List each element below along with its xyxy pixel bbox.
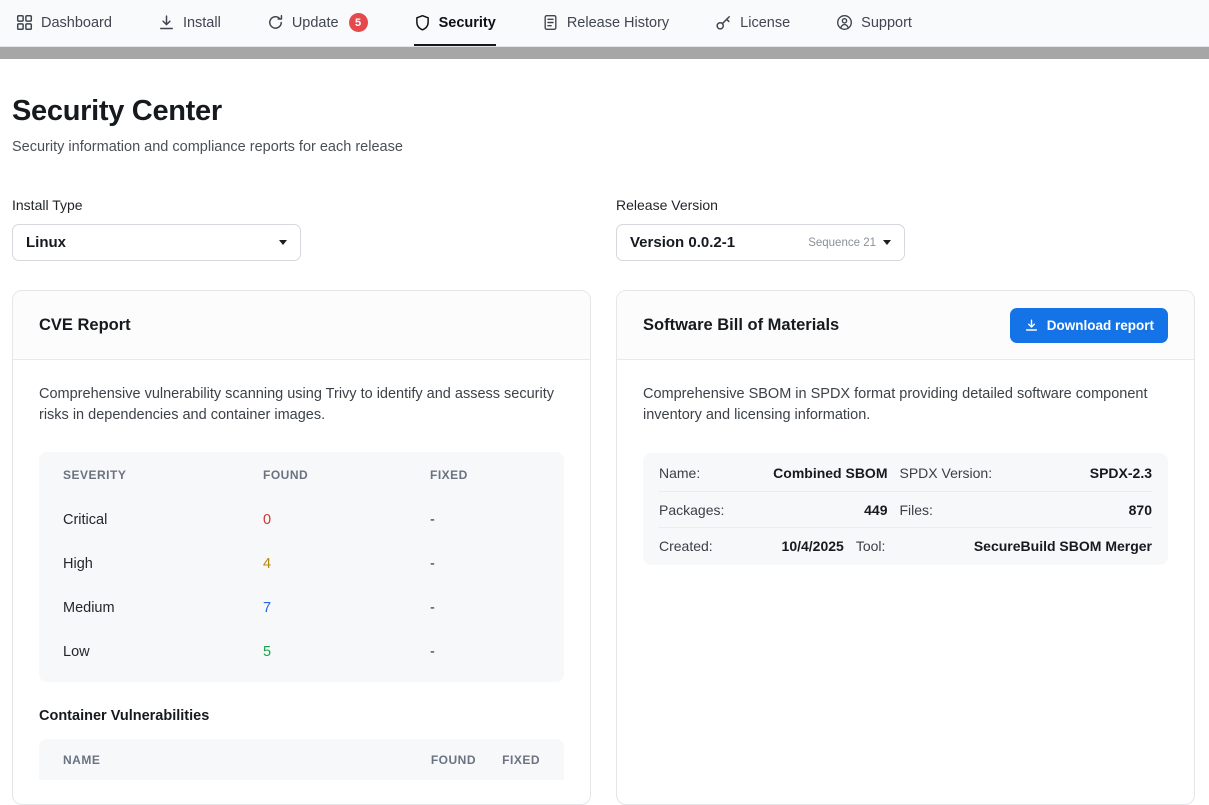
security-shield-icon xyxy=(414,14,431,31)
page-title: Security Center xyxy=(12,95,1195,128)
update-icon xyxy=(267,14,284,31)
nav-item-release-history[interactable]: Release History xyxy=(542,0,669,46)
main-content: Security Center Security information and… xyxy=(0,95,1209,805)
install-type-label: Install Type xyxy=(12,197,591,213)
fixed-count: - xyxy=(430,556,540,572)
nav-item-security[interactable]: Security xyxy=(414,0,496,46)
sbom-files-value: 870 xyxy=(1018,502,1153,518)
container-vulnerabilities-table: NAME FOUND FIXED xyxy=(39,739,564,780)
cve-report-header: CVE Report xyxy=(13,291,590,360)
sbom-info-grid: Name: Combined SBOM SPDX Version: SPDX-2… xyxy=(643,453,1168,565)
col-found: FOUND xyxy=(386,753,476,767)
severity-label: Low xyxy=(63,644,263,660)
sbom-header: Software Bill of Materials Download repo… xyxy=(617,291,1194,360)
severity-row-low: Low 5 - xyxy=(39,630,564,674)
fixed-count: - xyxy=(430,644,540,660)
cve-report-body: Comprehensive vulnerability scanning usi… xyxy=(13,360,590,804)
download-report-label: Download report xyxy=(1047,318,1154,333)
nav-item-install[interactable]: Install xyxy=(158,0,221,46)
release-version-value: Version 0.0.2-1 xyxy=(630,234,735,251)
sbom-name-value: Combined SBOM xyxy=(753,465,888,481)
container-vulnerabilities-title: Container Vulnerabilities xyxy=(39,708,564,724)
severity-table-header: SEVERITY FOUND FIXED xyxy=(39,452,564,498)
nav-label: Install xyxy=(183,15,221,31)
sbom-description: Comprehensive SBOM in SPDX format provid… xyxy=(643,384,1168,426)
install-type-filter: Install Type Linux xyxy=(12,197,591,261)
sbom-files-label: Files: xyxy=(900,502,1006,518)
release-version-label: Release Version xyxy=(616,197,1195,213)
nav-item-update[interactable]: Update 5 xyxy=(267,0,368,46)
install-icon xyxy=(158,14,175,31)
severity-row-medium: Medium 7 - xyxy=(39,586,564,630)
col-fixed: FIXED xyxy=(430,468,540,482)
install-type-select[interactable]: Linux xyxy=(12,224,301,261)
fixed-count: - xyxy=(430,512,540,528)
cve-report-card: CVE Report Comprehensive vulnerability s… xyxy=(12,290,591,805)
container-table-header: NAME FOUND FIXED xyxy=(39,739,564,780)
release-version-filter: Release Version Version 0.0.2-1 Sequence… xyxy=(616,197,1195,261)
sbom-title: Software Bill of Materials xyxy=(643,316,839,335)
sbom-spdx-version-label: SPDX Version: xyxy=(900,465,1006,481)
chevron-down-icon xyxy=(883,240,891,245)
cards-row: CVE Report Comprehensive vulnerability s… xyxy=(12,290,1195,805)
sequence-badge: Sequence 21 xyxy=(808,237,876,249)
severity-label: High xyxy=(63,556,263,572)
col-fixed: FIXED xyxy=(476,753,540,767)
support-icon xyxy=(836,14,853,31)
sbom-spdx-version-value: SPDX-2.3 xyxy=(1018,465,1153,481)
download-report-button[interactable]: Download report xyxy=(1010,308,1168,343)
update-count-badge: 5 xyxy=(349,13,368,32)
nav-label: Security xyxy=(439,15,496,31)
cve-report-description: Comprehensive vulnerability scanning usi… xyxy=(39,384,564,426)
col-found: FOUND xyxy=(263,468,430,482)
sbom-info-row: Packages: 449 Files: 870 xyxy=(659,491,1152,527)
nav-label: License xyxy=(740,15,790,31)
page-subtitle: Security information and compliance repo… xyxy=(12,139,1195,155)
sbom-name-label: Name: xyxy=(659,465,741,481)
nav-label: Update xyxy=(292,15,339,31)
col-name: NAME xyxy=(63,753,386,767)
dashboard-icon xyxy=(16,14,33,31)
install-type-value: Linux xyxy=(26,234,66,251)
severity-table: SEVERITY FOUND FIXED Critical 0 - High 4… xyxy=(39,452,564,682)
top-nav: Dashboard Install Update 5 Security Rele… xyxy=(0,0,1209,47)
found-count: 5 xyxy=(263,644,430,660)
sbom-info-row: Name: Combined SBOM SPDX Version: SPDX-2… xyxy=(659,455,1152,491)
sbom-tool-label: Tool: xyxy=(856,538,962,554)
nav-item-dashboard[interactable]: Dashboard xyxy=(16,0,112,46)
nav-label: Dashboard xyxy=(41,15,112,31)
sbom-created-label: Created: xyxy=(659,538,741,554)
nav-label: Support xyxy=(861,15,912,31)
severity-label: Medium xyxy=(63,600,263,616)
fixed-count: - xyxy=(430,600,540,616)
download-icon xyxy=(1024,318,1039,333)
severity-row-high: High 4 - xyxy=(39,542,564,586)
filters-row: Install Type Linux Release Version Versi… xyxy=(12,197,1195,261)
license-key-icon xyxy=(715,14,732,31)
nav-item-license[interactable]: License xyxy=(715,0,790,46)
chevron-down-icon xyxy=(279,240,287,245)
nav-item-support[interactable]: Support xyxy=(836,0,912,46)
found-count: 7 xyxy=(263,600,430,616)
found-count: 4 xyxy=(263,556,430,572)
nav-label: Release History xyxy=(567,15,669,31)
release-history-icon xyxy=(542,14,559,31)
cve-report-title: CVE Report xyxy=(39,316,131,335)
sbom-tool-value: SecureBuild SBOM Merger xyxy=(974,538,1152,554)
top-divider-strip xyxy=(0,47,1209,59)
found-count: 0 xyxy=(263,512,430,528)
severity-label: Critical xyxy=(63,512,263,528)
sbom-created-value: 10/4/2025 xyxy=(753,538,844,554)
release-version-select[interactable]: Version 0.0.2-1 Sequence 21 xyxy=(616,224,905,261)
sbom-card: Software Bill of Materials Download repo… xyxy=(616,290,1195,805)
sbom-info-row: Created: 10/4/2025 Tool: SecureBuild SBO… xyxy=(659,527,1152,563)
sbom-packages-value: 449 xyxy=(753,502,888,518)
sbom-packages-label: Packages: xyxy=(659,502,741,518)
sbom-body: Comprehensive SBOM in SPDX format provid… xyxy=(617,360,1194,589)
severity-row-critical: Critical 0 - xyxy=(39,498,564,542)
col-severity: SEVERITY xyxy=(63,468,263,482)
